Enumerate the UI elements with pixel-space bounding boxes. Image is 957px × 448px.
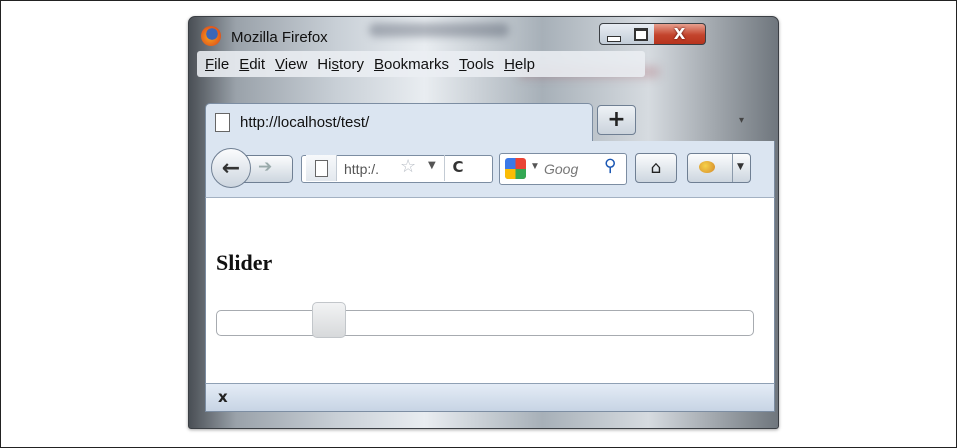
maximize-icon xyxy=(633,27,648,41)
tab-list-chevron-icon[interactable]: ▾ xyxy=(739,115,744,126)
search-bar[interactable]: ▼ Goog ⚲ xyxy=(499,153,627,185)
addon-separator xyxy=(732,154,733,182)
back-button[interactable]: ← xyxy=(211,148,251,188)
new-tab-button[interactable]: + xyxy=(597,105,636,135)
star-icon[interactable]: ☆ xyxy=(400,156,416,177)
addon-bug-icon xyxy=(699,161,715,173)
close-status-icon[interactable]: x xyxy=(218,388,228,406)
page-content: Slider xyxy=(205,197,775,384)
google-icon[interactable] xyxy=(505,158,526,179)
page-icon xyxy=(215,113,230,132)
search-icon[interactable]: ⚲ xyxy=(604,156,616,176)
menu-edit[interactable]: Edit xyxy=(239,56,265,73)
back-arrow-icon: ← xyxy=(221,155,241,181)
reload-button[interactable]: C xyxy=(444,155,471,181)
slider-handle[interactable] xyxy=(311,302,346,338)
tab-title: http://localhost/test/ xyxy=(240,114,370,131)
minimize-button[interactable] xyxy=(599,23,628,45)
menu-help[interactable]: Help xyxy=(504,56,535,73)
menu-tools[interactable]: Tools xyxy=(459,56,494,73)
search-engine-dropdown-icon[interactable]: ▼ xyxy=(530,161,540,172)
menu-file[interactable]: File xyxy=(205,56,229,73)
tab-active[interactable]: http://localhost/test/ xyxy=(205,103,593,144)
page-heading: Slider xyxy=(216,250,273,275)
maximize-button[interactable] xyxy=(627,23,655,45)
url-bar[interactable]: http:/. ☆ ▼ C xyxy=(301,155,493,183)
menu-history[interactable]: History xyxy=(317,56,364,73)
page-icon xyxy=(315,160,328,177)
forward-arrow-icon: ➔ xyxy=(258,157,273,177)
firefox-logo-icon[interactable] xyxy=(201,26,221,46)
close-button[interactable]: X xyxy=(654,23,706,45)
url-text[interactable]: http:/. xyxy=(344,161,379,177)
window-title: Mozilla Firefox xyxy=(231,29,328,46)
site-identity-button[interactable] xyxy=(306,155,337,181)
menu-view[interactable]: View xyxy=(275,56,307,73)
menu-bookmarks[interactable]: Bookmarks xyxy=(374,56,449,73)
minimize-icon xyxy=(606,35,621,42)
title-bar[interactable]: Mozilla Firefox X xyxy=(197,23,770,51)
close-icon: X xyxy=(673,25,686,43)
search-input[interactable]: Goog xyxy=(544,161,600,177)
addon-dropdown-icon[interactable]: ▼ xyxy=(737,162,744,172)
firefox-window: Mozilla Firefox X File Edit View History… xyxy=(188,16,779,429)
menu-bar: File Edit View History Bookmarks Tools H… xyxy=(197,51,645,77)
addon-button[interactable]: ▼ xyxy=(687,153,751,183)
home-icon: ⌂ xyxy=(650,158,662,178)
home-button[interactable]: ⌂ xyxy=(635,153,677,183)
url-history-dropdown-icon[interactable]: ▼ xyxy=(428,160,436,171)
slider-track[interactable] xyxy=(216,310,754,336)
status-bar: x xyxy=(205,383,775,412)
